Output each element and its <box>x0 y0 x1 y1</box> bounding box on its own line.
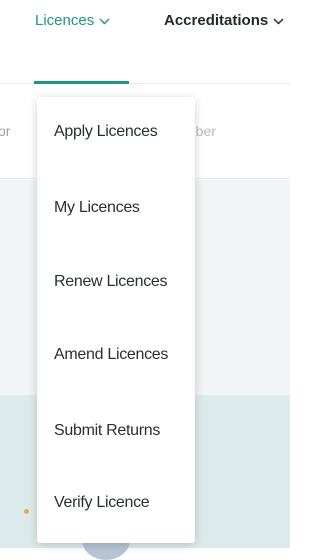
top-navigation: Licences Accreditations <box>0 0 290 84</box>
menu-item-apply-licences[interactable]: Apply Licences <box>54 123 158 141</box>
sub-nav-left-text[interactable]: or <box>0 123 10 139</box>
nav-licences[interactable]: Licences <box>35 12 110 29</box>
nav-accreditations[interactable]: Accreditations <box>164 12 284 29</box>
active-tab-indicator <box>34 81 129 84</box>
chevron-down-icon <box>273 12 284 29</box>
menu-item-my-licences[interactable]: My Licences <box>54 199 140 217</box>
nav-accreditations-label: Accreditations <box>164 12 269 29</box>
menu-item-renew-licences[interactable]: Renew Licences <box>54 273 168 291</box>
licences-dropdown-menu: Apply Licences My Licences Renew Licence… <box>37 97 195 543</box>
menu-item-amend-licences[interactable]: Amend Licences <box>54 346 168 364</box>
menu-item-verify-licence[interactable]: Verify Licence <box>54 494 150 512</box>
decorative-dot <box>24 509 29 514</box>
menu-item-submit-returns[interactable]: Submit Returns <box>54 422 160 440</box>
nav-licences-label: Licences <box>35 12 95 29</box>
chevron-down-icon <box>99 12 110 29</box>
